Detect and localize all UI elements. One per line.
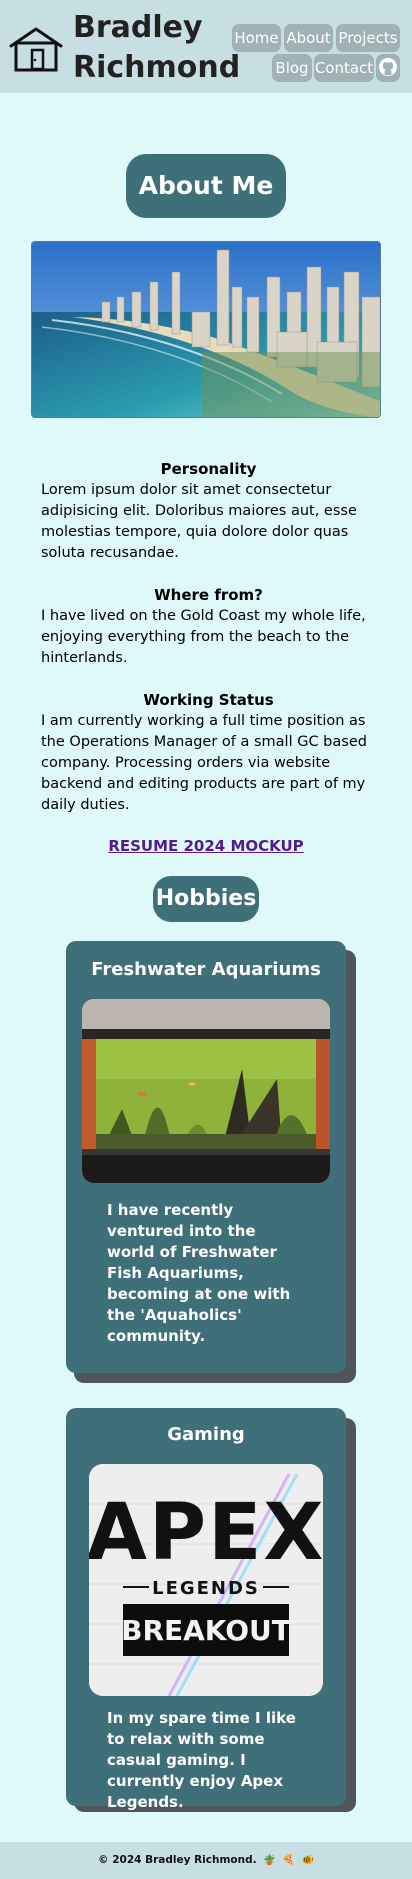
nav-github-button[interactable] <box>376 54 400 82</box>
site-header: Bradley Richmond Home About Projects Blo… <box>0 0 412 93</box>
nav-blog-button[interactable]: Blog <box>272 54 312 82</box>
personality-text: Lorem ipsum dolor sit amet consectetur a… <box>41 482 357 561</box>
hobbies-heading: Hobbies <box>153 876 259 922</box>
aquarium-image <box>82 999 330 1183</box>
pizza-icon: 🍕 <box>282 1855 295 1866</box>
site-title-line2: Richmond <box>73 50 241 85</box>
nav-home-button[interactable]: Home <box>232 24 281 52</box>
aquarium-card-text: I have recently ventured into the world … <box>107 1201 291 1345</box>
where-from-block: Where from? I have lived on the Gold Coa… <box>41 585 376 669</box>
gaming-card: Gaming APEX LEGENDS BREAKOUT In my spare… <box>66 1408 346 1811</box>
copyright-text: © 2024 Bradley Richmond. <box>98 1854 257 1866</box>
gaming-card-text: In my spare time I like to relax with so… <box>107 1709 296 1811</box>
resume-link[interactable]: RESUME 2024 MOCKUP <box>0 837 412 855</box>
where-from-title: Where from? <box>154 586 263 604</box>
personality-block: Personality Lorem ipsum dolor sit amet c… <box>41 459 376 564</box>
working-status-title: Working Status <box>143 691 274 709</box>
apex-logo-banner: BREAKOUT <box>121 1614 291 1647</box>
fish-icon: 🐠 <box>301 1855 314 1866</box>
nav-about-button[interactable]: About <box>284 24 333 52</box>
working-status-block: Working Status I am currently working a … <box>41 690 376 816</box>
aquarium-card: Freshwater Aquariums I have recently ven… <box>66 941 346 1373</box>
site-title-line1: Bradley <box>73 10 203 45</box>
site-footer: © 2024 Bradley Richmond. 🪴 🍕 🐠 <box>0 1842 412 1879</box>
apex-legends-image: APEX LEGENDS BREAKOUT <box>89 1464 323 1696</box>
personality-title: Personality <box>160 460 257 478</box>
nav-contact-button[interactable]: Contact <box>314 54 374 82</box>
site-title[interactable]: Bradley Richmond <box>73 8 241 88</box>
working-status-text: I am currently working a full time posit… <box>41 713 367 813</box>
aquarium-card-title: Freshwater Aquariums <box>91 959 321 980</box>
nav-projects-button[interactable]: Projects <box>336 24 400 52</box>
about-me-heading: About Me <box>126 154 286 218</box>
gold-coast-skyline-image <box>31 241 381 418</box>
apex-logo-subtitle: LEGENDS <box>152 1578 260 1599</box>
flowerpot-icon: 🪴 <box>263 1855 276 1866</box>
github-icon <box>379 58 397 76</box>
where-from-text: I have lived on the Gold Coast my whole … <box>41 608 366 666</box>
gaming-card-title: Gaming <box>167 1424 245 1445</box>
apex-logo-title: APEX <box>89 1488 323 1578</box>
house-logo-icon[interactable] <box>8 26 64 72</box>
